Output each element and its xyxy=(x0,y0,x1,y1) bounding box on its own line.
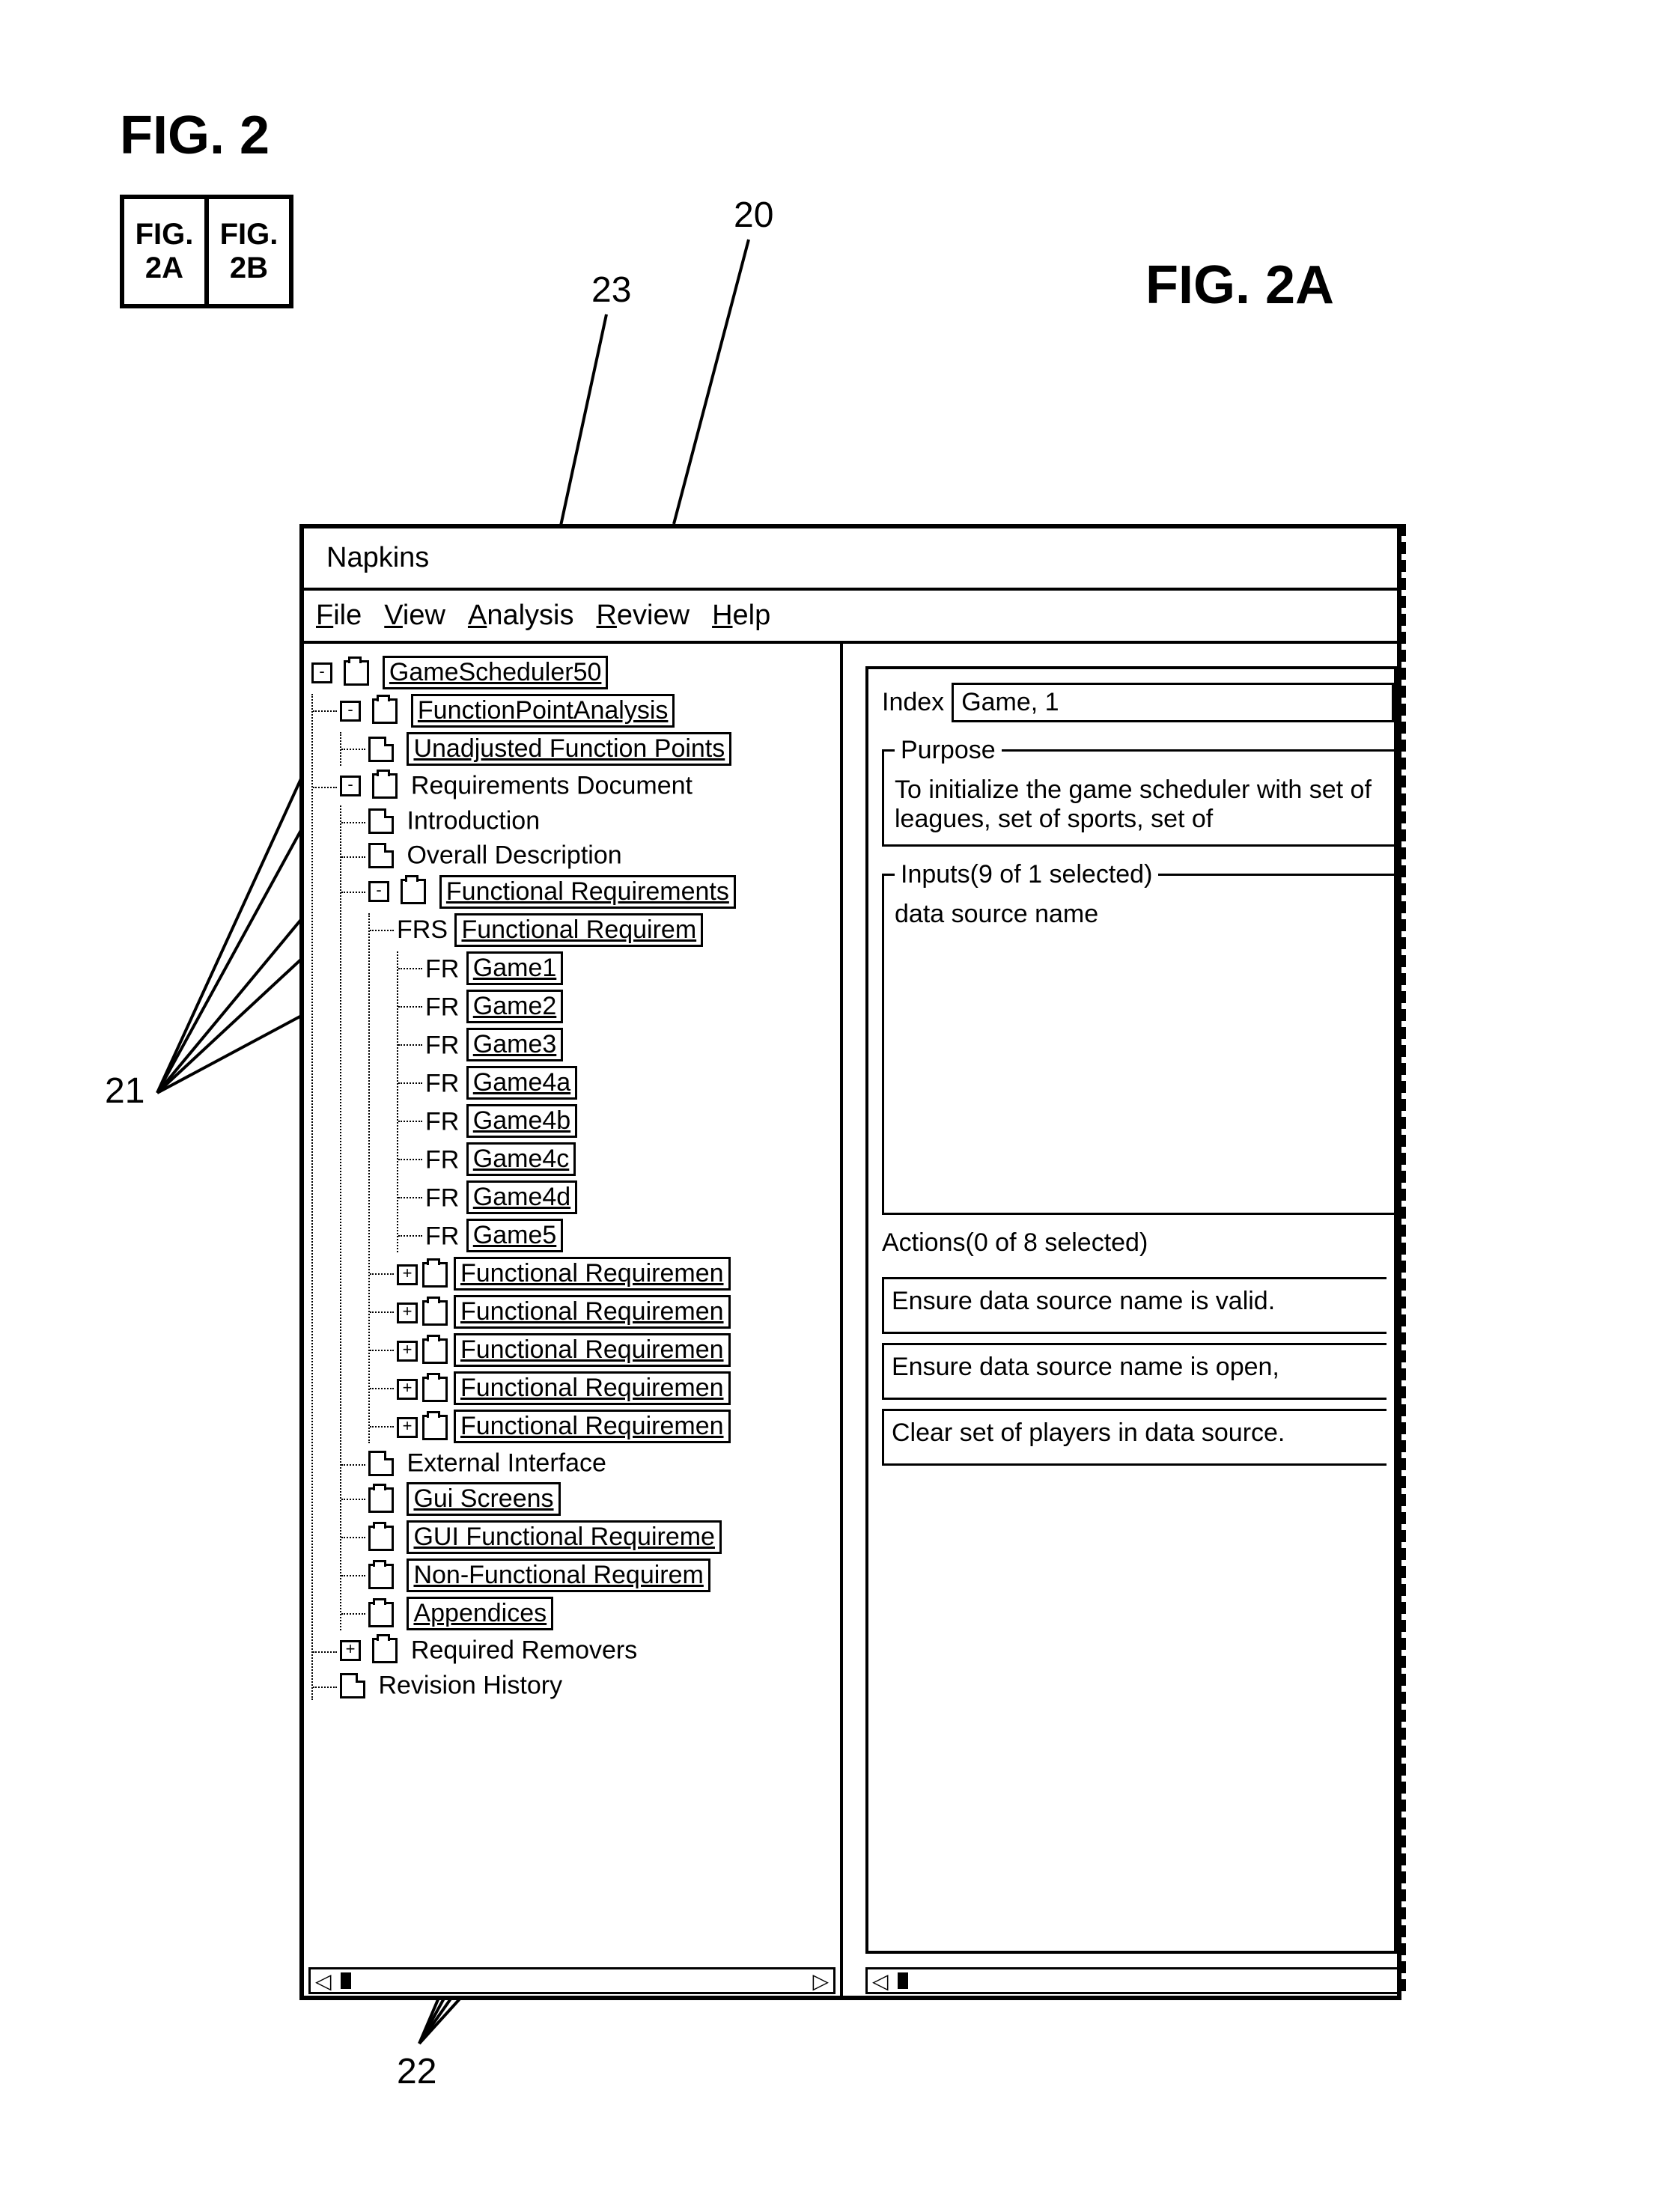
folder-icon xyxy=(368,1487,394,1513)
collapse-icon[interactable]: - xyxy=(340,776,361,796)
folder-icon xyxy=(422,1338,448,1364)
tree-fr-item[interactable]: FR Game4d xyxy=(425,1180,835,1214)
inputs-group: Inputs(9 of 1 selected) data source name xyxy=(882,860,1394,1215)
tree-req-removers[interactable]: + Required Removers xyxy=(340,1635,835,1666)
expand-icon[interactable]: + xyxy=(397,1302,418,1323)
expand-icon[interactable]: + xyxy=(397,1417,418,1438)
figure-map-2b: FIG. 2B xyxy=(209,199,289,304)
menu-file[interactable]: File xyxy=(311,598,366,633)
folder-icon xyxy=(422,1415,448,1440)
tree-fpa[interactable]: - FunctionPointAnalysis Unadjusted Funct… xyxy=(340,694,835,766)
scroll-thumb[interactable] xyxy=(341,1972,351,1989)
tree-fr-item[interactable]: FR Game4b xyxy=(425,1104,835,1138)
tree-fr-more[interactable]: +Functional Requiremen xyxy=(397,1257,835,1291)
callout-22: 22 xyxy=(397,2051,436,2092)
tree-fr-item[interactable]: FR Game5 xyxy=(425,1219,835,1252)
tree-fr-item[interactable]: FR Game4a xyxy=(425,1066,835,1100)
action-item[interactable]: Ensure data source name is valid. xyxy=(882,1277,1387,1334)
purpose-legend: Purpose xyxy=(895,736,1002,765)
folder-icon xyxy=(401,879,426,904)
tree-root[interactable]: - GameScheduler50 - FunctionPointAnalysi… xyxy=(311,656,835,1700)
purpose-text: To initialize the game scheduler with se… xyxy=(895,776,1387,834)
tree-overall[interactable]: Overall Description xyxy=(368,840,835,871)
folder-icon xyxy=(372,698,398,724)
tree-pane: - GameScheduler50 - FunctionPointAnalysi… xyxy=(304,644,843,1999)
tree-fr-more[interactable]: +Functional Requiremen xyxy=(397,1410,835,1443)
tree-fr-more[interactable]: +Functional Requiremen xyxy=(397,1371,835,1405)
tree-frs[interactable]: FRS Functional Requirem FR Game1 FR Game… xyxy=(397,913,835,1252)
folder-icon xyxy=(422,1262,448,1288)
folder-icon xyxy=(368,1526,394,1551)
window-title: Napkins xyxy=(304,528,1397,591)
folder-icon xyxy=(368,1564,394,1589)
index-label: Index xyxy=(882,688,944,717)
folder-icon xyxy=(422,1377,448,1402)
scroll-left-icon[interactable]: ◁ xyxy=(315,1969,332,1993)
tree-fr-item[interactable]: FR Game1 xyxy=(425,951,835,985)
figure-map-2a: FIG. 2A xyxy=(124,199,209,304)
folder-icon xyxy=(372,1638,398,1663)
menu-view[interactable]: View xyxy=(380,598,450,633)
expand-icon[interactable]: + xyxy=(397,1264,418,1285)
figure-map: FIG. 2A FIG. 2B xyxy=(120,195,293,308)
menu-analysis[interactable]: Analysis xyxy=(463,598,579,633)
menu-bar: File View Analysis Review Help xyxy=(304,591,1397,644)
folder-icon xyxy=(422,1300,448,1326)
tree-ext-if[interactable]: External Interface xyxy=(368,1448,835,1478)
tree-fr-item[interactable]: FR Game4c xyxy=(425,1142,835,1176)
folder-icon xyxy=(344,660,369,686)
inputs-legend: Inputs(9 of 1 selected) xyxy=(895,860,1158,889)
detail-hscrollbar[interactable]: ◁ xyxy=(865,1967,1397,1994)
tree-gui-func[interactable]: GUI Functional Requireme xyxy=(368,1520,835,1554)
expand-icon[interactable]: + xyxy=(397,1341,418,1362)
scroll-left-icon[interactable]: ◁ xyxy=(872,1969,889,1993)
tree-fr-more[interactable]: +Functional Requiremen xyxy=(397,1333,835,1367)
page-icon xyxy=(368,843,394,868)
callout-20: 20 xyxy=(734,195,773,236)
scroll-thumb[interactable] xyxy=(898,1972,908,1989)
tree-gui-screens[interactable]: Gui Screens xyxy=(368,1482,835,1516)
action-item[interactable]: Ensure data source name is open, xyxy=(882,1343,1387,1400)
menu-review[interactable]: Review xyxy=(591,598,694,633)
inputs-text[interactable]: data source name xyxy=(895,900,1387,929)
tree-non-func[interactable]: Non-Functional Requirem xyxy=(368,1559,835,1592)
tree-hscrollbar[interactable]: ◁ ▷ xyxy=(308,1967,835,1994)
tree-fr-item[interactable]: FR Game2 xyxy=(425,990,835,1023)
callout-21: 21 xyxy=(105,1070,144,1112)
tree-appendices[interactable]: Appendices xyxy=(368,1597,835,1630)
expand-icon[interactable]: + xyxy=(340,1640,361,1661)
index-field[interactable]: Game, 1 xyxy=(952,683,1394,722)
folder-icon xyxy=(368,1602,394,1627)
collapse-icon[interactable]: - xyxy=(340,701,361,722)
tree-func-req[interactable]: - Functional Requirements FRS Functional… xyxy=(368,875,835,1443)
scroll-right-icon[interactable]: ▷ xyxy=(812,1969,829,1993)
detail-pane: Index Game, 1 Purpose To initialize the … xyxy=(843,644,1397,1999)
tree-intro[interactable]: Introduction xyxy=(368,805,835,836)
tree-fr-more[interactable]: +Functional Requiremen xyxy=(397,1295,835,1329)
app-window: Napkins File View Analysis Review Help -… xyxy=(299,524,1401,2000)
page-icon xyxy=(340,1673,365,1698)
figure-2a-label: FIG. 2A xyxy=(1145,255,1334,316)
menu-help[interactable]: Help xyxy=(707,598,775,633)
tree-ufp[interactable]: Unadjusted Function Points xyxy=(368,732,835,766)
expand-icon[interactable]: + xyxy=(397,1379,418,1400)
page-icon xyxy=(368,737,394,762)
folder-icon xyxy=(372,773,398,799)
purpose-group: Purpose To initialize the game scheduler… xyxy=(882,736,1394,847)
callout-23: 23 xyxy=(591,269,631,311)
figure-label: FIG. 2 xyxy=(120,105,270,166)
collapse-icon[interactable]: - xyxy=(311,662,332,683)
actions-group: Actions(0 of 8 selected) Ensure data sou… xyxy=(882,1228,1394,1485)
page-icon xyxy=(368,1451,394,1476)
action-item[interactable]: Clear set of players in data source. xyxy=(882,1409,1387,1466)
collapse-icon[interactable]: - xyxy=(368,881,389,902)
page-icon xyxy=(368,808,394,834)
tree-fr-item[interactable]: FR Game3 xyxy=(425,1028,835,1061)
actions-legend: Actions(0 of 8 selected) xyxy=(882,1228,1154,1258)
tree-req-doc[interactable]: - Requirements Document Introduction xyxy=(340,770,835,1630)
tree-rev-history[interactable]: Revision History xyxy=(340,1670,835,1701)
